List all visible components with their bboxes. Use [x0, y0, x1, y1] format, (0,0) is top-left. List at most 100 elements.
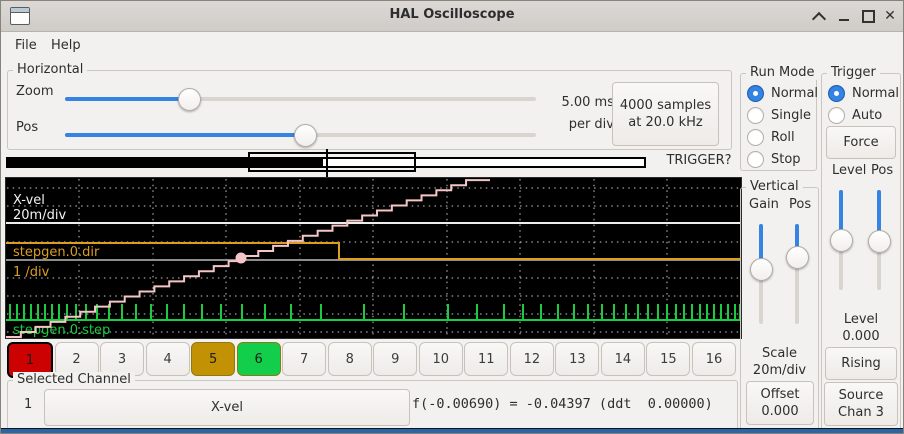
rising-label: Rising — [841, 355, 881, 372]
channel-button-5[interactable]: 5 — [191, 342, 235, 376]
horizontal-group-title: Horizontal — [13, 62, 87, 77]
offset-label: Offset — [760, 386, 799, 403]
radio-auto[interactable]: Auto — [828, 106, 898, 124]
channel1-scale-label: 20m/div — [13, 208, 66, 223]
horizontal-pos-slider[interactable] — [65, 124, 536, 146]
trigger-level-thumb[interactable] — [830, 229, 853, 252]
trigger-status-label: TRIGGER? — [659, 153, 739, 168]
channel5-scale-label: 1 /div — [13, 265, 50, 280]
channel-button-3[interactable]: 3 — [100, 342, 144, 376]
channel-button-16[interactable]: 16 — [692, 342, 736, 376]
radio-single[interactable]: Single — [747, 106, 814, 124]
trigger-level-slider-label: Level — [832, 163, 866, 178]
zoom-slider-thumb[interactable] — [178, 88, 201, 111]
zoom-label: Zoom — [16, 84, 53, 99]
channel6-name-label: stepgen.0.step — [13, 323, 110, 338]
gain-slider[interactable] — [750, 224, 772, 324]
trigger-pos-thumb[interactable] — [868, 230, 891, 253]
channel-button-8[interactable]: 8 — [328, 342, 372, 376]
gain-thumb[interactable] — [750, 258, 773, 281]
offset-button[interactable]: Offset 0.000 — [746, 381, 814, 425]
window-title: HAL Oscilloscope — [1, 7, 903, 22]
samples-rate: at 20.0 kHz — [628, 114, 702, 131]
radio-icon[interactable] — [747, 107, 764, 124]
channel5-name-label: stepgen.0.dir — [13, 245, 100, 260]
trigger-pos-slider[interactable] — [868, 190, 890, 290]
radio-label: Normal — [771, 86, 818, 101]
source-label: Source — [839, 387, 884, 404]
channel-value-readout: f(-0.00690) = -0.04397 (ddt 0.00000) — [412, 396, 713, 412]
radio-stop[interactable]: Stop — [747, 150, 814, 168]
pos-slider-thumb[interactable] — [294, 124, 317, 147]
trigger-edge-button[interactable]: Rising — [825, 347, 897, 380]
title-bar: HAL Oscilloscope ✕ — [1, 1, 903, 32]
channel-button-4[interactable]: 4 — [146, 342, 190, 376]
channel-button-2[interactable]: 2 — [55, 342, 99, 376]
radio-roll[interactable]: Roll — [747, 128, 814, 146]
radio-icon[interactable] — [747, 129, 764, 146]
trigger-title: Trigger — [827, 65, 880, 80]
channel-button-14[interactable]: 14 — [601, 342, 645, 376]
channel-button-10[interactable]: 10 — [419, 342, 463, 376]
app-window: HAL Oscilloscope ✕ File Help Horizontal … — [0, 0, 904, 434]
trigger-pos-slider-label: Pos — [871, 163, 893, 178]
time-per-div-label: per div — [548, 117, 614, 132]
menu-bar: File Help — [1, 31, 903, 58]
menu-file[interactable]: File — [9, 36, 43, 55]
force-trigger-button[interactable]: Force — [826, 126, 896, 159]
radio-normal[interactable]: Normal — [828, 84, 898, 102]
minimize-button[interactable] — [834, 5, 854, 27]
selected-channel-name-button[interactable]: X-vel — [44, 389, 410, 426]
run-mode-title: Run Mode — [746, 65, 818, 80]
scale-value: 20m/div — [741, 363, 818, 378]
channel1-name-label: X-vel — [13, 193, 45, 208]
vertical-pos-thumb[interactable] — [786, 246, 809, 269]
gain-slider-label: Gain — [749, 197, 779, 212]
channel-button-12[interactable]: 12 — [510, 342, 554, 376]
vertical-title: Vertical — [746, 179, 803, 194]
radio-icon[interactable] — [747, 151, 764, 168]
radio-label: Stop — [771, 152, 801, 167]
offset-value: 0.000 — [761, 403, 798, 420]
sample-rate-button[interactable]: 4000 samples at 20.0 kHz — [612, 82, 719, 146]
radio-label: Normal — [852, 86, 899, 101]
channel-button-9[interactable]: 9 — [373, 342, 417, 376]
radio-normal[interactable]: Normal — [747, 84, 814, 102]
selected-channel-name: X-vel — [211, 399, 243, 416]
channel-button-7[interactable]: 7 — [282, 342, 326, 376]
vertical-pos-track[interactable] — [795, 224, 799, 324]
samples-count: 4000 samples — [620, 97, 711, 114]
close-button[interactable]: ✕ — [880, 5, 900, 27]
view-window-box — [248, 152, 416, 172]
radio-icon[interactable] — [828, 107, 845, 124]
menu-help[interactable]: Help — [45, 36, 87, 55]
channel-button-15[interactable]: 15 — [646, 342, 690, 376]
trigger-level-slider[interactable] — [830, 190, 852, 290]
zoom-slider[interactable] — [65, 88, 536, 110]
trigger-position-marker — [326, 149, 328, 177]
selected-channel-group: Selected Channel 1 X-vel f(-0.00690) = -… — [7, 380, 738, 430]
trigger-level-value: 0.000 — [822, 329, 900, 344]
trigger-group: Trigger NormalAuto Force Level Pos Level… — [821, 73, 901, 431]
shade-button[interactable] — [809, 5, 829, 27]
time-per-div-value: 5.00 ms — [548, 95, 614, 110]
pos-label: Pos — [16, 120, 38, 135]
selected-channel-title: Selected Channel — [13, 372, 135, 387]
radio-label: Single — [771, 108, 811, 123]
trigger-source-button[interactable]: Source Chan 3 — [824, 382, 898, 426]
zoom-slider-track[interactable] — [65, 97, 536, 101]
selected-channel-number: 1 — [24, 397, 32, 412]
radio-label: Roll — [771, 130, 795, 145]
channel-button-11[interactable]: 11 — [464, 342, 508, 376]
horizontal-group: Horizontal Zoom Pos 5.00 ms per div 4000… — [7, 70, 732, 150]
window-bottom-edge — [1, 428, 903, 433]
maximize-button[interactable] — [858, 5, 878, 27]
radio-icon[interactable] — [747, 85, 764, 102]
channel-button-6[interactable]: 6 — [237, 342, 281, 376]
channel-button-13[interactable]: 13 — [555, 342, 599, 376]
radio-icon[interactable] — [828, 85, 845, 102]
force-label: Force — [843, 134, 878, 151]
radio-label: Auto — [852, 108, 882, 123]
vertical-group: Vertical Gain Pos Scale 20m/div Offset 0… — [740, 187, 819, 431]
vertical-pos-slider[interactable] — [786, 224, 808, 324]
